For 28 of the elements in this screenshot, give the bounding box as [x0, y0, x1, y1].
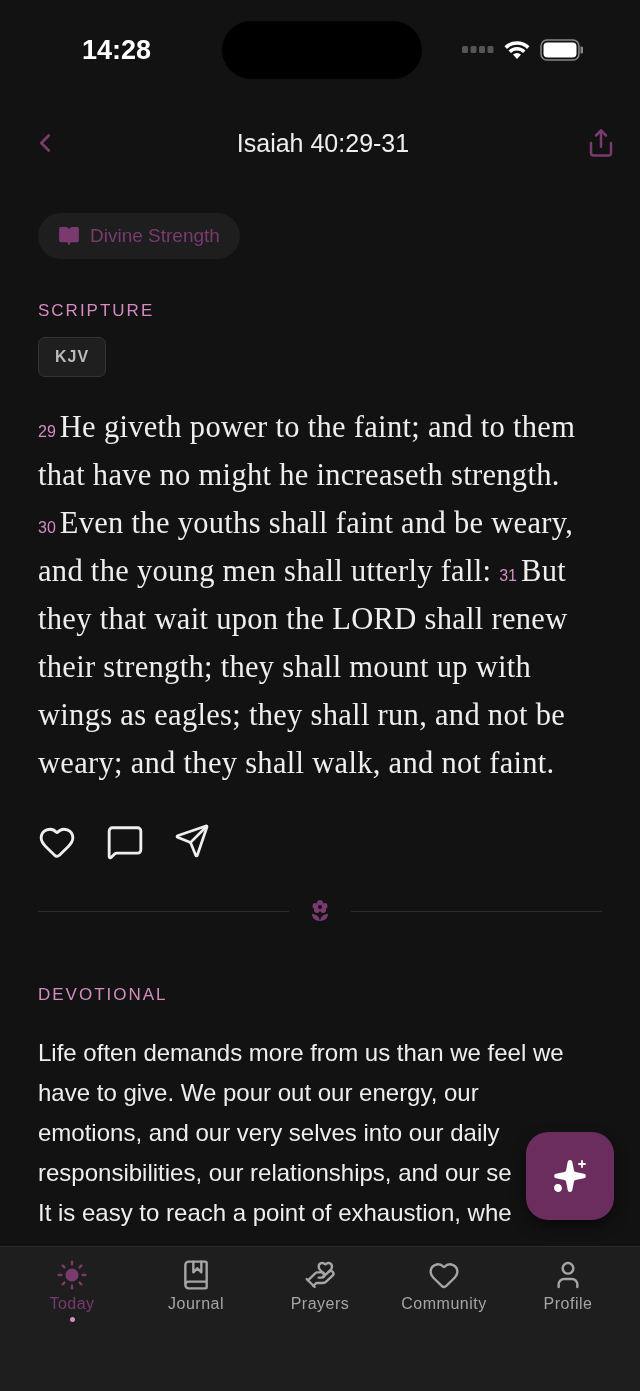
sun-icon	[56, 1259, 88, 1291]
section-heading: DEVOTIONAL	[38, 985, 168, 1005]
devotional-text: responsibilities, our relationships, and our se	[38, 1158, 512, 1188]
battery-icon	[540, 39, 584, 61]
devotional-text: It is easy to reach a point of exhaustion, whe	[38, 1198, 512, 1228]
devotional-text: Life often demands more from us than we feel we	[38, 1038, 564, 1068]
tab-item[interactable]: Community	[389, 1247, 499, 1391]
tab-item[interactable]: Profile	[513, 1247, 623, 1391]
devotional-text: emotions, and our very selves into our daily	[38, 1118, 500, 1148]
ai-assistant-button[interactable]	[526, 1132, 614, 1220]
sparkles-icon	[552, 1158, 588, 1194]
send-icon	[174, 823, 210, 859]
translation-badge: KJV	[38, 337, 107, 377]
scripture-text: 29 He giveth power to the faint; and to them that have no might he increaseth strength. 30 Even the youths shall faint and be weary, and the young men shall utterly fall: 31 But they that wait upon the LORD shall renew their strength; they shall mount up with wings as eagles; they shall run, and not be weary; and they shall walk, and not faint.	[38, 409, 577, 782]
wifi-icon	[504, 40, 530, 60]
book-icon	[58, 225, 80, 247]
devotional-text: have to give. We pour out our energy, our	[38, 1078, 479, 1108]
signal-icon	[462, 46, 494, 54]
tab-item[interactable]: Prayers	[265, 1247, 375, 1391]
comment-icon	[106, 823, 144, 861]
flower-icon	[309, 899, 331, 923]
screen-title: Isaiah 40:29-31	[236, 128, 410, 158]
active-dot	[69, 1317, 75, 1322]
status-time: 14:28	[82, 34, 152, 66]
tab-item[interactable]: Journal	[141, 1247, 251, 1391]
section-heading: SCRIPTURE	[38, 301, 155, 321]
comment-button[interactable]	[106, 823, 144, 861]
hand-heart-icon	[304, 1259, 336, 1291]
